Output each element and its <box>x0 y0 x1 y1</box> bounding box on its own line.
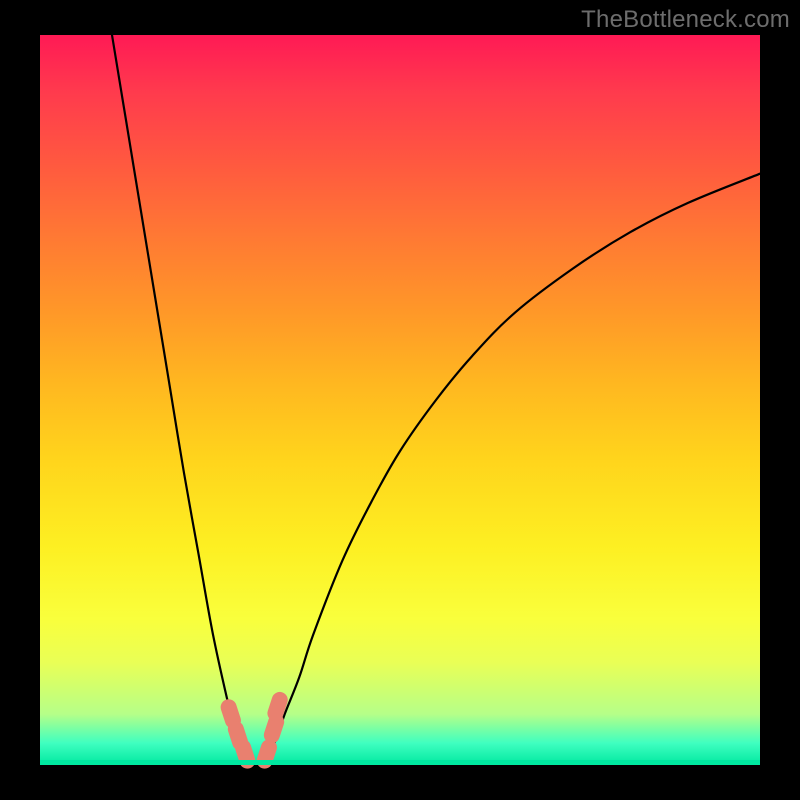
curve-layer <box>40 35 760 765</box>
chart-frame: TheBottleneck.com <box>0 0 800 800</box>
watermark-text: TheBottleneck.com <box>581 6 790 34</box>
bottleneck-curve <box>112 35 760 766</box>
baseline-strip <box>40 760 760 765</box>
plot-area <box>40 35 760 765</box>
curve-markers <box>219 690 290 771</box>
